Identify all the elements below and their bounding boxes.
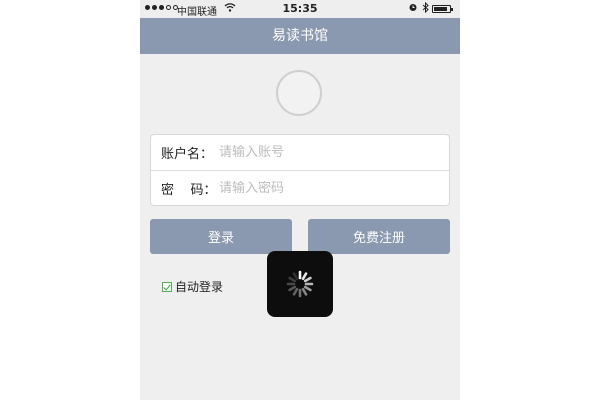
auto-login-toggle[interactable]: 自动登录 [162, 278, 223, 295]
alarm-icon [408, 2, 418, 15]
status-bar: 中国联通 15:35 [140, 0, 460, 18]
login-form: 账户名： 密 码： [150, 134, 450, 206]
spinner-icon [286, 270, 314, 298]
page-title: 易读书馆 [272, 28, 328, 44]
loading-indicator [267, 251, 333, 317]
bluetooth-icon [422, 1, 429, 16]
account-row: 账户名： [151, 135, 449, 171]
app-screen: 中国联通 15:35 易读书馆 账户名： 请输入账号 密 码： 登录 免费注册 … [140, 0, 460, 400]
account-input[interactable] [219, 145, 419, 160]
register-button[interactable]: 免费注册 [308, 219, 450, 254]
auto-login-checkbox[interactable] [162, 281, 172, 292]
nav-bar: 易读书馆 [140, 18, 460, 54]
password-row: 密 码： [151, 171, 449, 206]
password-input[interactable] [219, 181, 419, 196]
password-label: 密 码： [161, 183, 217, 198]
account-label: 账户名： [161, 147, 214, 162]
login-button[interactable]: 登录 [150, 219, 292, 254]
battery-icon [432, 5, 453, 13]
auto-login-label: 自动登录 [175, 280, 224, 294]
avatar [276, 70, 322, 116]
